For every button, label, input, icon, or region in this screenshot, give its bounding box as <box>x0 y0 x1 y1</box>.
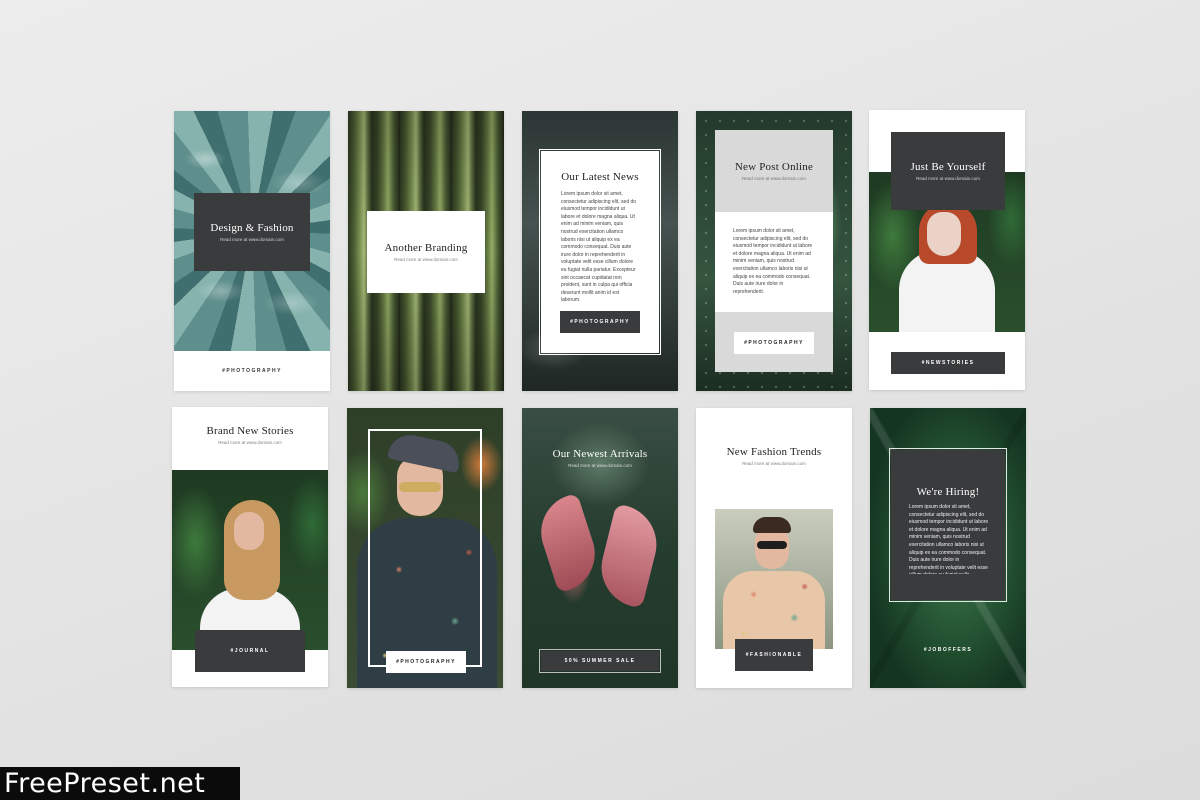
header-box: New Post Online Read more at www.domain.… <box>715 130 833 212</box>
story-card-latest-news[interactable]: Our Latest News Lorem ipsum dolor sit am… <box>522 111 678 391</box>
card-tag: #PHOTOGRAPHY <box>222 368 282 374</box>
floral-shirt <box>723 571 825 649</box>
card-title: Another Branding <box>384 242 468 254</box>
title-box: Another Branding Read more at www.domain… <box>367 211 485 293</box>
story-card-just-be-yourself[interactable]: Just Be Yourself Read more at www.domain… <box>869 110 1025 390</box>
story-card-design-fashion[interactable]: Design & Fashion Read more at www.domain… <box>174 111 330 391</box>
tag-button[interactable]: #PHOTOGRAPHY <box>386 651 466 673</box>
lily-right <box>593 503 665 609</box>
story-card-photography-frame[interactable]: #PHOTOGRAPHY <box>347 408 503 688</box>
story-card-new-post[interactable]: New Post Online Read more at www.domain.… <box>696 111 852 391</box>
card-title: Our Latest News <box>561 171 639 183</box>
card-subtitle: Read more at www.domain.com <box>742 461 806 466</box>
story-card-another-branding[interactable]: Another Branding Read more at www.domain… <box>348 111 504 391</box>
tag-button[interactable]: #PHOTOGRAPHY <box>734 332 814 354</box>
card-subtitle: Read more at www.domain.com <box>220 237 284 242</box>
story-card-brand-new-stories[interactable]: Brand New Stories Read more at www.domai… <box>172 407 328 687</box>
card-subtitle: Read more at www.domain.com <box>394 257 458 262</box>
card-body: Lorem ipsum dolor sit amet, consectetur … <box>909 504 989 574</box>
card-title: Just Be Yourself <box>910 161 986 173</box>
card-title: New Fashion Trends <box>726 446 822 458</box>
tag-button[interactable]: #FASHIONABLE <box>735 639 813 671</box>
card-subtitle: Read more at www.domain.com <box>568 463 632 468</box>
tag-button[interactable]: 50% SUMMER SALE <box>539 649 661 673</box>
content-box: Our Latest News Lorem ipsum dolor sit am… <box>539 149 661 355</box>
story-card-were-hiring[interactable]: We're Hiring! Lorem ipsum dolor sit amet… <box>870 408 1026 688</box>
tag-button[interactable]: #JOURNAL <box>195 630 305 672</box>
title-box: Design & Fashion Read more at www.domain… <box>194 193 310 271</box>
card-subtitle: Read more at www.domain.com <box>742 176 806 181</box>
woman-photo <box>172 470 328 650</box>
story-card-newest-arrivals[interactable]: Our Newest Arrivals Read more at www.dom… <box>522 408 678 688</box>
card-title: Brand New Stories <box>206 425 294 437</box>
content-box: We're Hiring! Lorem ipsum dolor sit amet… <box>889 448 1007 602</box>
face <box>234 512 264 550</box>
footer-box: #PHOTOGRAPHY <box>715 312 833 372</box>
body-box: Lorem ipsum dolor sit amet, consectetur … <box>715 212 833 312</box>
card-body: Lorem ipsum dolor sit amet, consectetur … <box>561 191 637 303</box>
card-title: We're Hiring! <box>916 486 980 498</box>
card-tag: #JOBOFFERS <box>923 647 973 653</box>
card-title: New Post Online <box>734 161 814 173</box>
man-photo <box>715 509 833 649</box>
hair <box>753 517 791 533</box>
tag-button[interactable]: #NEWSTORIES <box>891 352 1005 374</box>
watermark-logo: FreePreset.net <box>0 767 240 800</box>
face <box>927 212 961 256</box>
card-subtitle: Read more at www.domain.com <box>916 176 980 181</box>
card-subtitle: Read more at www.domain.com <box>218 440 282 445</box>
sunglasses <box>757 541 787 549</box>
white-frame <box>368 429 482 667</box>
title-box: Just Be Yourself Read more at www.domain… <box>891 132 1005 210</box>
lily-left <box>531 492 605 594</box>
tag-button[interactable]: #PHOTOGRAPHY <box>560 311 640 333</box>
card-body: Lorem ipsum dolor sit amet, consectetur … <box>733 228 813 295</box>
card-title: Our Newest Arrivals <box>552 448 648 460</box>
card-title: Design & Fashion <box>210 222 294 234</box>
story-card-new-fashion-trends[interactable]: New Fashion Trends Read more at www.doma… <box>696 408 852 688</box>
